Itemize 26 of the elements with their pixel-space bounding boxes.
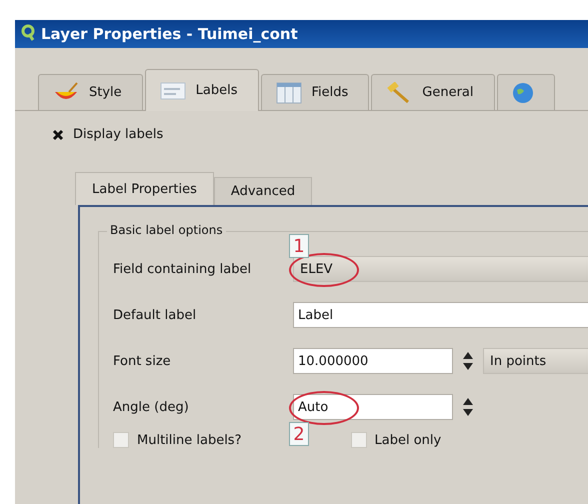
field-dropdown[interactable]: ELEV (293, 256, 588, 282)
tab[interactable]: Labels (144, 69, 258, 111)
checkbox-label: Multiline labels? (137, 432, 242, 448)
spin-field[interactable]: 10.000000 (293, 348, 453, 374)
tab[interactable]: Fields (260, 74, 370, 110)
tab[interactable]: General (371, 74, 495, 110)
table-icon (276, 82, 302, 104)
field-label: Default label (113, 308, 198, 322)
tab[interactable]: Style (38, 74, 143, 110)
group-title: Basic label options (107, 223, 226, 237)
spin-field[interactable]: Auto (293, 394, 453, 420)
field-label: Angle (deg) (113, 400, 190, 414)
field-label: Font size (113, 354, 172, 368)
checkbox[interactable] (51, 128, 65, 142)
checkbox-label: Label only (374, 432, 442, 448)
annotation-number: 1 (289, 234, 309, 258)
tab[interactable]: Label Properties (75, 172, 214, 205)
label-icon (160, 80, 186, 100)
tab[interactable]: Advanced (214, 177, 312, 205)
field-label: Field containing label (113, 262, 252, 276)
window-title: Layer Properties - Tuimei_cont (41, 25, 298, 43)
annotation-number: 2 (289, 422, 309, 446)
globe-icon (512, 82, 534, 104)
default-label-field[interactable]: Label (293, 302, 588, 328)
checkbox-label: Display labels (73, 127, 164, 142)
unit-dropdown[interactable]: In points (483, 348, 588, 374)
